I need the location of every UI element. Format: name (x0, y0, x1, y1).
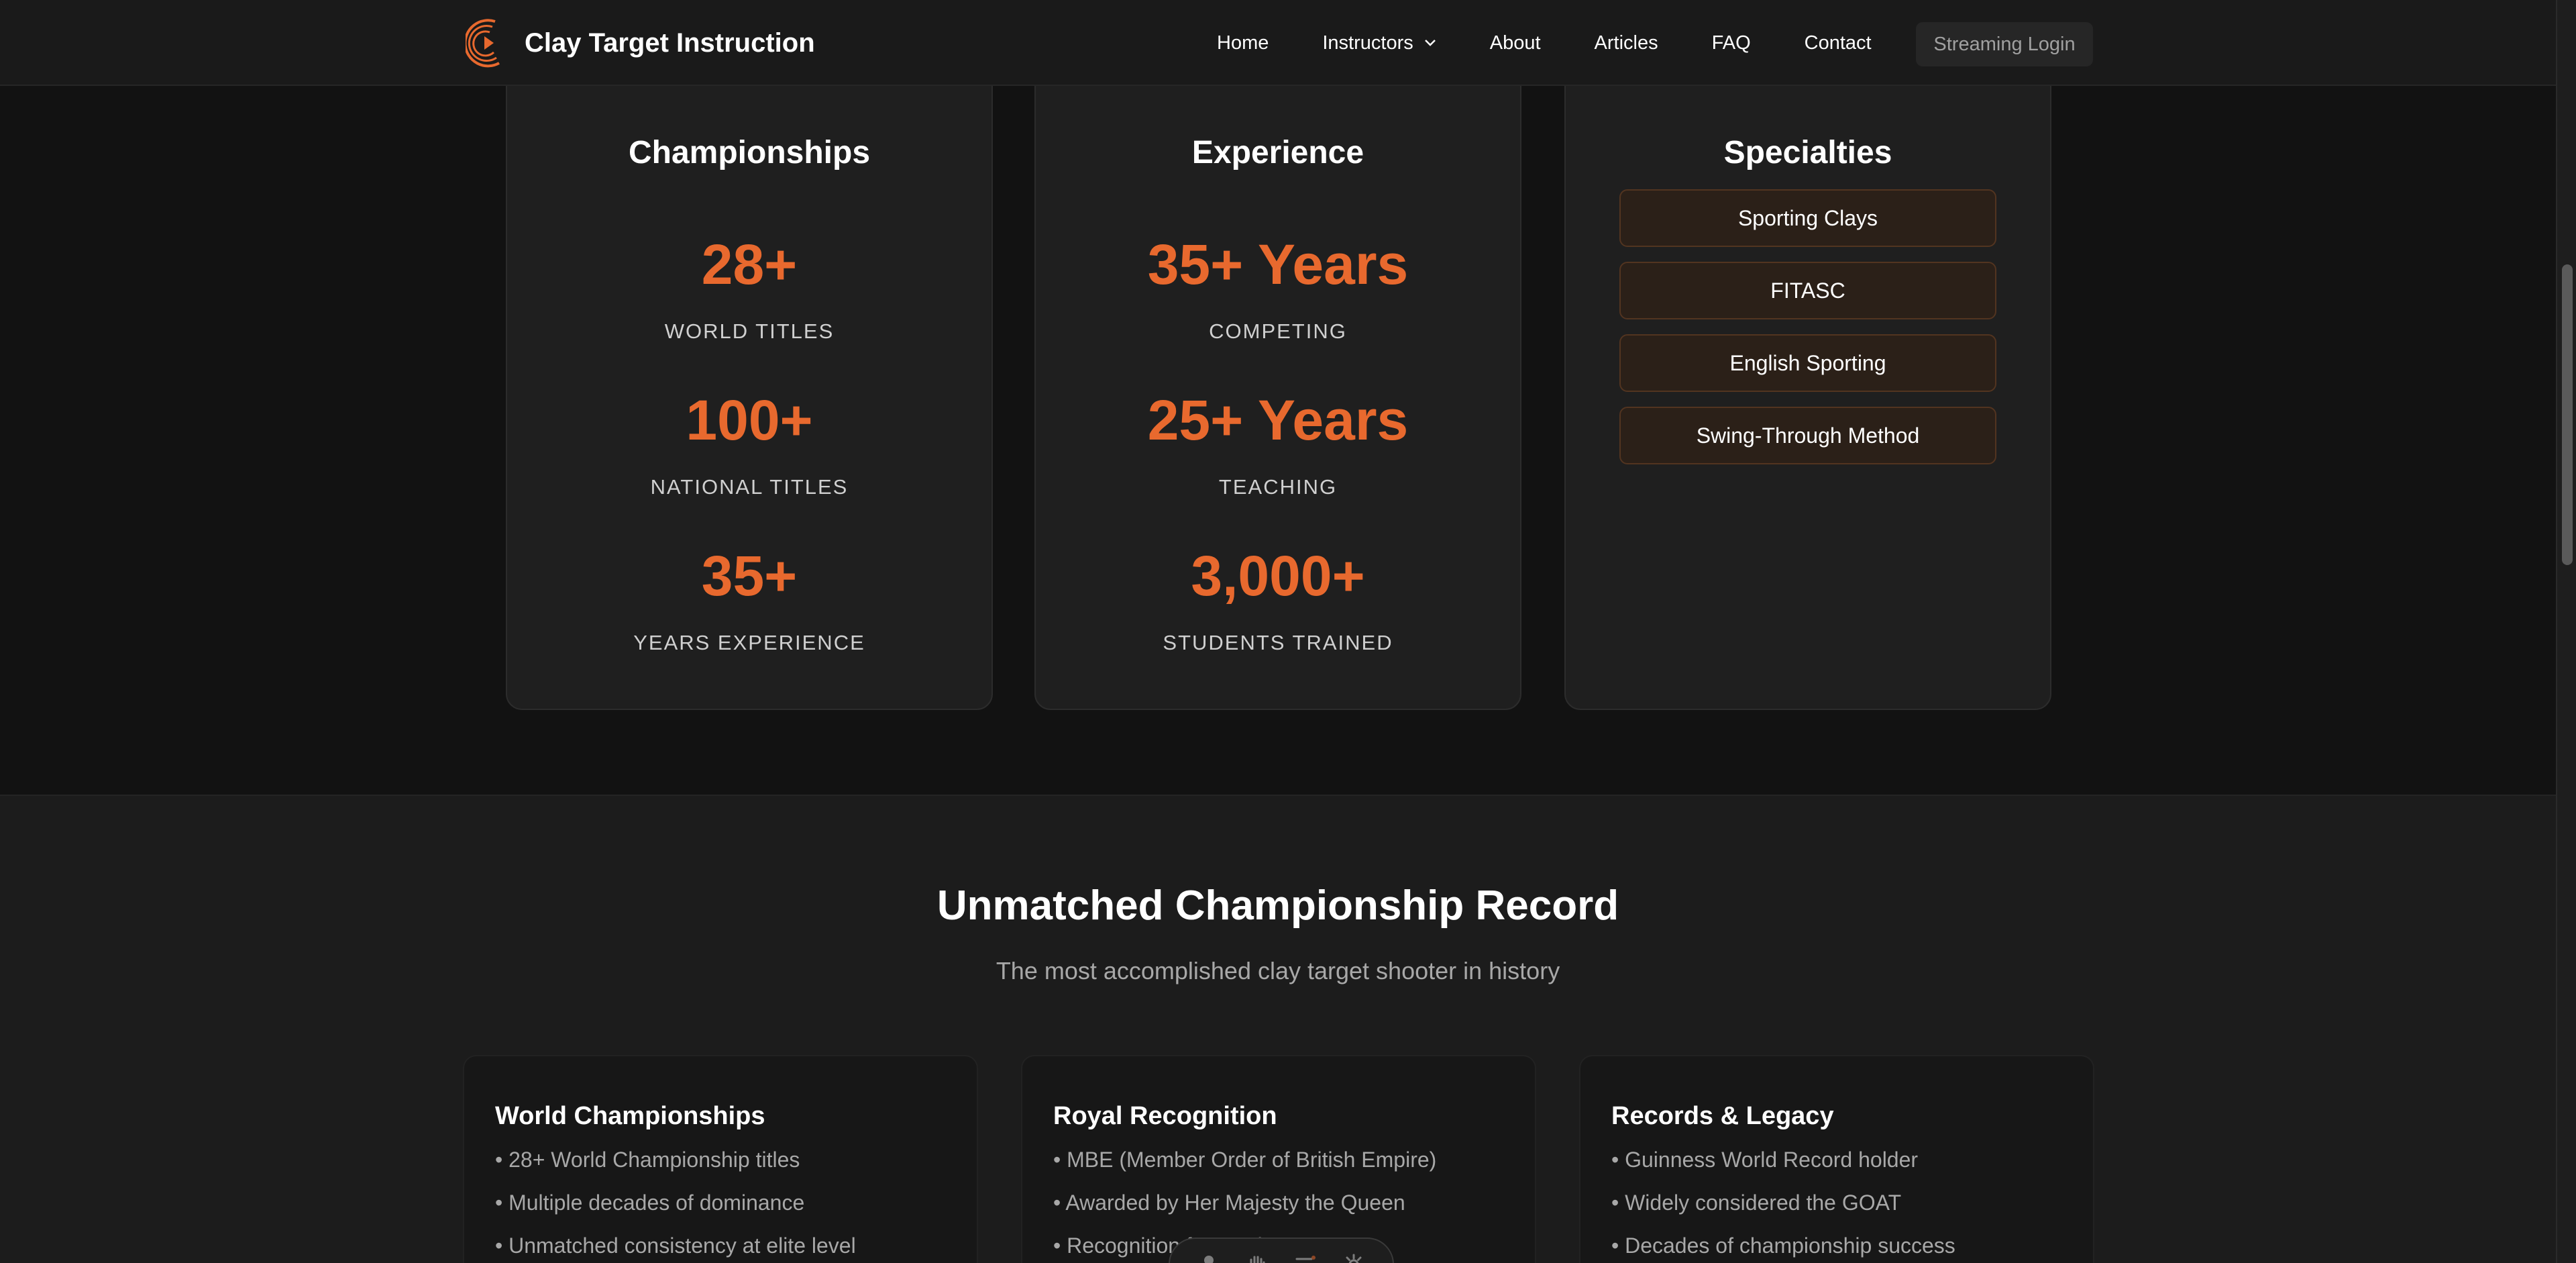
streaming-login-button[interactable]: Streaming Login (1916, 22, 2093, 66)
logo-icon (466, 19, 500, 68)
stat-value: 35+ (701, 544, 798, 607)
record-section: Unmatched Championship Record The most a… (0, 795, 2556, 1263)
stat-label: TEACHING (1218, 475, 1338, 499)
stat-label: COMPETING (1209, 319, 1347, 343)
record-item: • 28+ World Championship titles (495, 1148, 800, 1172)
card-title: Specialties (1723, 135, 1892, 170)
record-item: • Decades of championship success (1611, 1233, 1955, 1258)
nav-link-articles[interactable]: Articles (1595, 32, 1658, 54)
specialty-english-sporting[interactable]: English Sporting (1619, 334, 1996, 392)
stat-value: 3,000+ (1191, 544, 1365, 607)
gear-icon[interactable] (1342, 1253, 1365, 1263)
hand-icon[interactable] (1246, 1253, 1269, 1263)
record-card-title: Royal Recognition (1053, 1102, 1277, 1130)
record-card-royal-recognition: Royal Recognition • MBE (Member Order of… (1021, 1055, 1536, 1263)
specialty-sporting-clays[interactable]: Sporting Clays (1619, 189, 1996, 247)
specialty-swing-through[interactable]: Swing-Through Method (1619, 407, 1996, 464)
chevron-down-icon (1424, 40, 1436, 46)
record-card-title: World Championships (495, 1102, 765, 1130)
record-card-title: Records & Legacy (1611, 1102, 1834, 1130)
record-item: • Awarded by Her Majesty the Queen (1053, 1191, 1405, 1215)
user-icon[interactable] (1197, 1253, 1220, 1263)
stat-value: 100+ (686, 389, 813, 452)
nav-link-about[interactable]: About (1490, 32, 1541, 54)
championships-card: Championships 28+ WORLD TITLES 100+ NATI… (506, 59, 993, 710)
scrollbar[interactable] (2556, 0, 2576, 1263)
section-title: Unmatched Championship Record (936, 882, 1619, 929)
experience-card: Experience 35+ Years COMPETING 25+ Years… (1034, 59, 1521, 710)
stat-label: STUDENTS TRAINED (1163, 631, 1393, 654)
stats-section: Championships 28+ WORLD TITLES 100+ NATI… (0, 59, 2556, 795)
record-item: • MBE (Member Order of British Empire) (1053, 1148, 1437, 1172)
record-item: • Unmatched consistency at elite level (495, 1233, 856, 1258)
list-icon[interactable] (1294, 1253, 1317, 1263)
navbar: Clay Target Instruction Home Instructors… (0, 0, 2556, 86)
stat-value: 28+ (701, 233, 798, 296)
record-card-records-legacy: Records & Legacy • Guinness World Record… (1579, 1055, 2094, 1263)
stat-value: 35+ Years (1147, 233, 1409, 296)
record-item: • Guinness World Record holder (1611, 1148, 1919, 1172)
record-item: • Multiple decades of dominance (495, 1191, 805, 1215)
specialty-fitasc[interactable]: FITASC (1619, 262, 1996, 319)
stat-label: WORLD TITLES (664, 319, 835, 343)
brand-name: Clay Target Instruction (525, 28, 815, 58)
section-subtitle: The most accomplished clay target shoote… (996, 957, 1560, 984)
nav-link-instructors-label: Instructors (1322, 32, 1413, 54)
specialties-card: Specialties Sporting Clays FITASC Englis… (1564, 59, 2051, 710)
stat-label: YEARS EXPERIENCE (633, 631, 865, 654)
card-title: Championships (628, 135, 871, 170)
nav-link-home[interactable]: Home (1217, 32, 1269, 54)
card-title: Experience (1191, 135, 1364, 170)
nav-link-instructors[interactable]: Instructors (1322, 32, 1436, 54)
nav-link-contact[interactable]: Contact (1805, 32, 1872, 54)
nav-links: Home Instructors About Articles FAQ Cont… (1217, 0, 1872, 86)
nav-link-faq[interactable]: FAQ (1712, 32, 1751, 54)
stat-value: 25+ Years (1147, 389, 1409, 452)
scrollbar-thumb[interactable] (2562, 264, 2573, 565)
brand[interactable]: Clay Target Instruction (466, 16, 815, 70)
stat-label: NATIONAL TITLES (650, 475, 849, 499)
record-item: • Widely considered the GOAT (1611, 1191, 1902, 1215)
floating-toolbar[interactable] (1169, 1237, 1394, 1263)
record-card-world-championships: World Championships • 28+ World Champion… (463, 1055, 978, 1263)
